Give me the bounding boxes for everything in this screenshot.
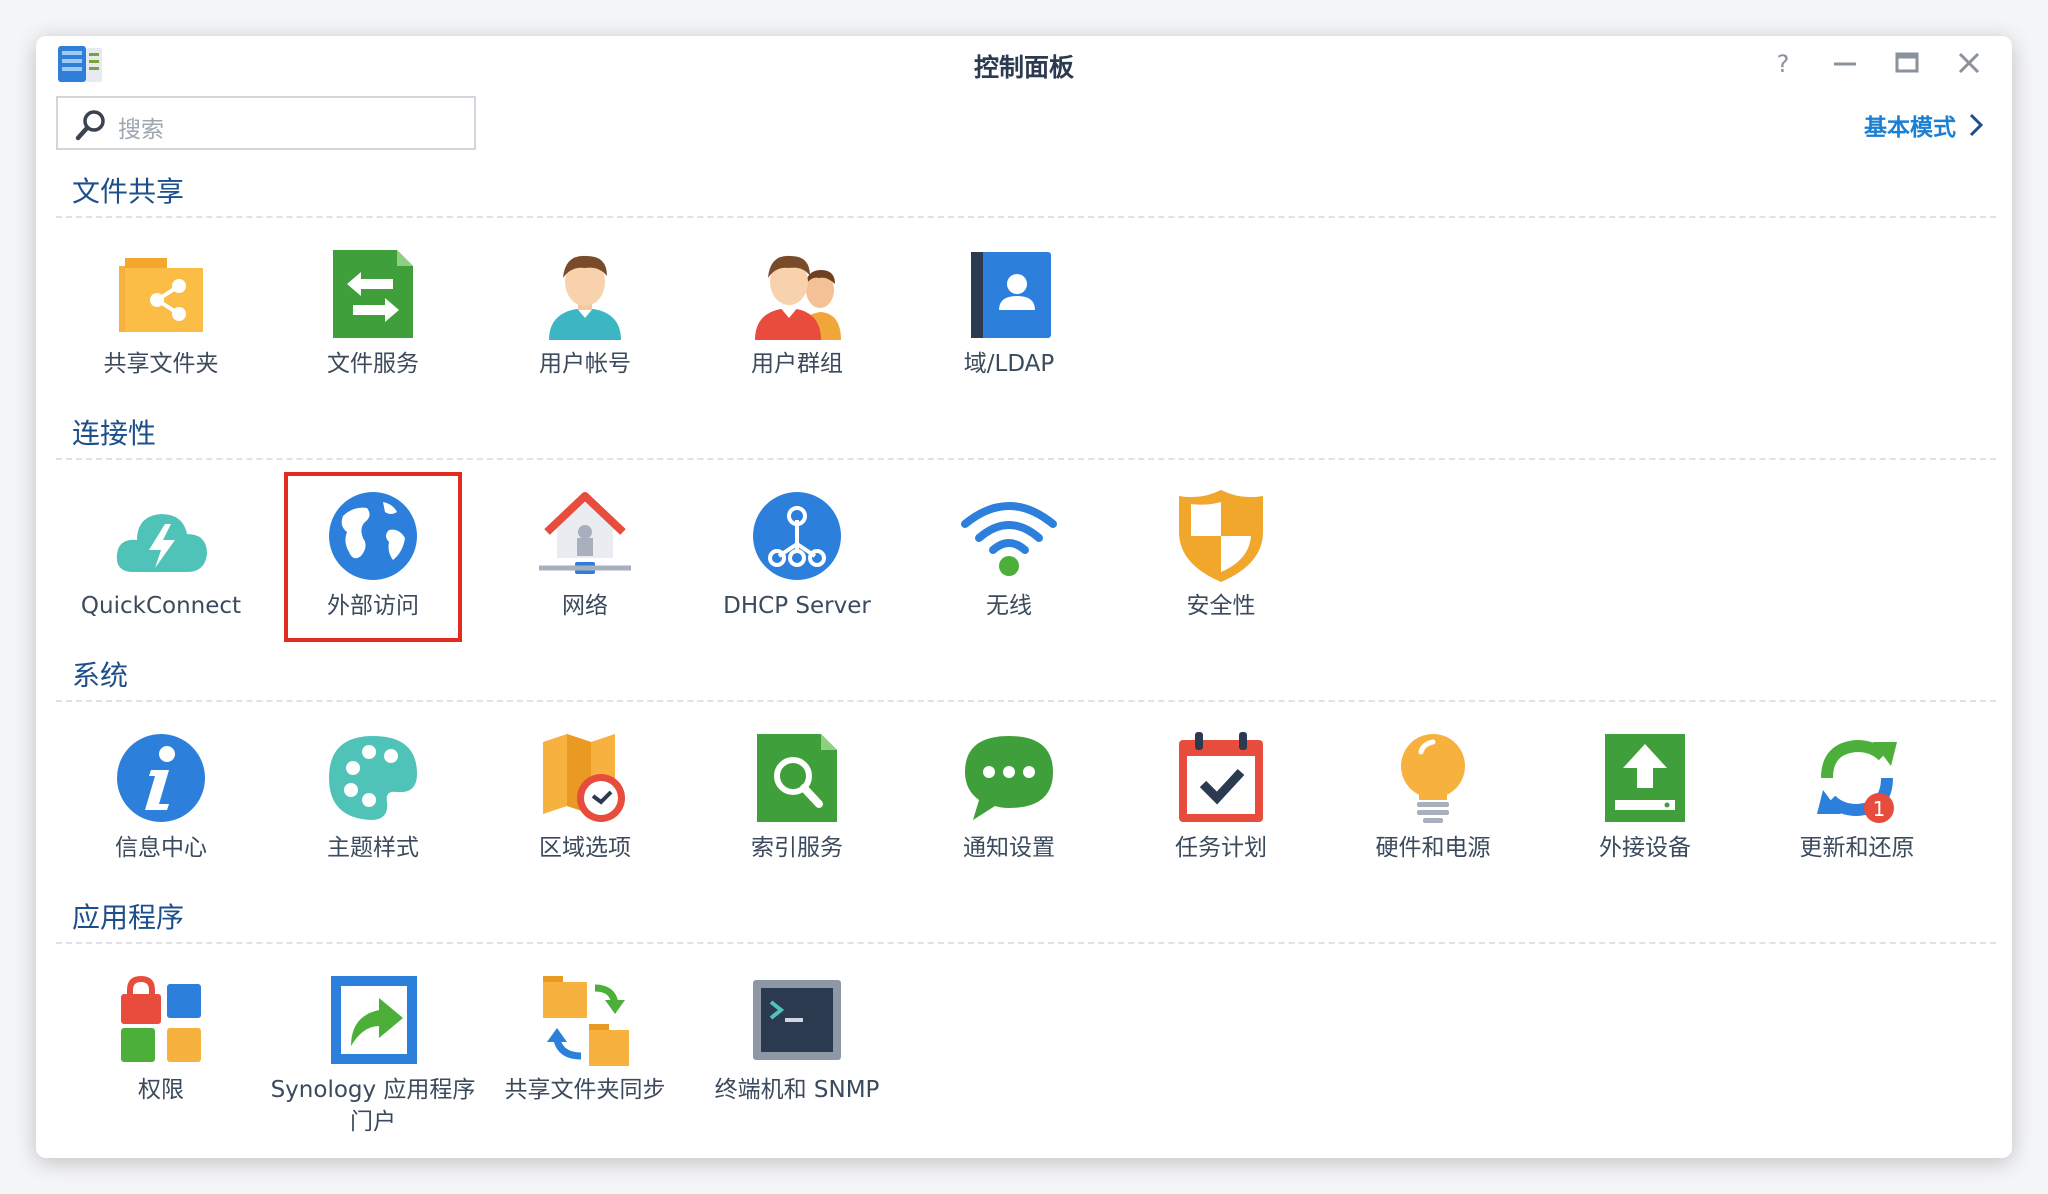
item-label: Synology 应用程序门户: [270, 1077, 476, 1135]
section-divider: [56, 458, 1996, 460]
item-info-center[interactable]: 信息中心: [56, 728, 266, 864]
item-label: 任务计划: [1175, 835, 1267, 861]
item-label: 安全性: [1186, 593, 1256, 619]
item-privileges[interactable]: 权限: [56, 970, 266, 1106]
item-label: QuickConnect: [80, 593, 242, 619]
search-placeholder: 搜索: [118, 117, 164, 143]
dhcp-icon: [753, 492, 841, 580]
section-title-connectivity: 连接性: [72, 417, 157, 450]
item-hardware-power[interactable]: 硬件和电源: [1328, 728, 1538, 864]
search-input[interactable]: 搜索: [56, 96, 476, 150]
group-icon: [755, 255, 841, 340]
section-title-system: 系统: [72, 659, 129, 692]
item-label: 权限: [138, 1077, 184, 1103]
section-title-applications: 应用程序: [72, 901, 185, 934]
section-title-file-sharing: 文件共享: [72, 175, 185, 208]
info-icon: [117, 734, 205, 822]
item-terminal-snmp[interactable]: 终端机和 SNMP: [692, 970, 902, 1106]
update-badge: 1: [1873, 797, 1886, 821]
item-theme[interactable]: 主题样式: [268, 728, 478, 864]
title-bar: 控制面板 ?: [36, 36, 2012, 88]
item-label: 网络: [562, 593, 608, 619]
item-label: 用户群组: [751, 351, 843, 377]
lightbulb-icon: [1401, 734, 1465, 823]
shield-icon: [1179, 490, 1263, 582]
app-portal-icon: [331, 976, 417, 1064]
section-divider: [56, 700, 1996, 702]
palette-icon: [329, 736, 417, 820]
item-label: 用户帐号: [539, 351, 631, 377]
item-label: 域/LDAP: [963, 351, 1055, 377]
window-title: 控制面板: [973, 53, 1074, 82]
search-icon: [75, 110, 105, 141]
section-divider: [56, 216, 1996, 218]
item-label: 文件服务: [327, 351, 419, 377]
maximize-icon[interactable]: [1890, 46, 1924, 80]
highlight-box: [284, 472, 462, 642]
item-user-group[interactable]: 用户群组: [692, 244, 902, 380]
chevron-right-icon: [1969, 113, 1984, 137]
minimize-icon[interactable]: [1828, 46, 1862, 80]
item-label: 硬件和电源: [1375, 835, 1491, 861]
item-label: 区域选项: [539, 835, 631, 861]
item-label: 通知设置: [963, 835, 1055, 861]
item-quickconnect[interactable]: QuickConnect: [56, 486, 266, 622]
close-icon[interactable]: [1952, 46, 1986, 80]
item-label: 共享文件夹同步: [504, 1077, 666, 1103]
item-label: 外接设备: [1599, 835, 1691, 861]
item-network[interactable]: 网络: [480, 486, 690, 622]
file-services-icon: [333, 250, 413, 338]
item-label: 终端机和 SNMP: [714, 1077, 880, 1103]
calendar-check-icon: [1179, 732, 1263, 822]
item-external-devices[interactable]: 外接设备: [1540, 728, 1750, 864]
terminal-icon: [753, 980, 841, 1060]
user-icon: [549, 255, 621, 340]
item-task-scheduler[interactable]: 任务计划: [1116, 728, 1326, 864]
item-label: 信息中心: [115, 835, 207, 861]
regional-map-clock-icon: [543, 734, 625, 822]
ldap-icon: [971, 252, 1051, 338]
item-app-portal[interactable]: Synology 应用程序门户: [268, 970, 478, 1138]
item-update-restore[interactable]: 1 更新和还原: [1752, 728, 1962, 864]
item-shared-folder[interactable]: 共享文件夹: [56, 244, 266, 380]
item-label: 主题样式: [327, 835, 419, 861]
item-label: 索引服务: [751, 835, 843, 861]
item-user-account[interactable]: 用户帐号: [480, 244, 690, 380]
basic-mode-label: 基本模式: [1864, 115, 1956, 141]
chat-bubble-icon: [965, 736, 1053, 820]
network-house-icon: [539, 492, 631, 574]
quickconnect-icon: [116, 514, 207, 572]
item-index-service[interactable]: 索引服务: [692, 728, 902, 864]
item-shared-folder-sync[interactable]: 共享文件夹同步: [480, 970, 690, 1106]
item-wireless[interactable]: 无线: [904, 486, 1114, 622]
item-label: DHCP Server: [723, 593, 871, 619]
item-security[interactable]: 安全性: [1116, 486, 1326, 622]
item-label: 无线: [986, 593, 1032, 619]
basic-mode-link[interactable]: 基本模式: [1864, 108, 1984, 142]
svg-text:?: ?: [1777, 50, 1790, 78]
section-divider: [56, 942, 1996, 944]
item-notification[interactable]: 通知设置: [904, 728, 1114, 864]
wifi-icon: [961, 502, 1057, 576]
shared-folder-icon: [119, 258, 203, 332]
help-icon[interactable]: ?: [1766, 46, 1800, 80]
control-panel-window: 控制面板 ? 搜索 基本模式 文件共享 共享文件夹 文件服务 用户帐号 用户群组…: [36, 36, 2012, 1158]
upload-icon: [1605, 734, 1685, 822]
item-label: 共享文件夹: [103, 351, 219, 377]
item-dhcp-server[interactable]: DHCP Server: [692, 486, 902, 622]
item-domain-ldap[interactable]: 域/LDAP: [904, 244, 1114, 380]
item-label: 更新和还原: [1799, 835, 1915, 861]
update-icon: 1: [1817, 739, 1897, 823]
folder-sync-icon: [543, 976, 629, 1066]
index-search-icon: [757, 734, 837, 822]
privileges-icon: [121, 976, 201, 1062]
item-file-services[interactable]: 文件服务: [268, 244, 478, 380]
item-regional-options[interactable]: 区域选项: [480, 728, 690, 864]
